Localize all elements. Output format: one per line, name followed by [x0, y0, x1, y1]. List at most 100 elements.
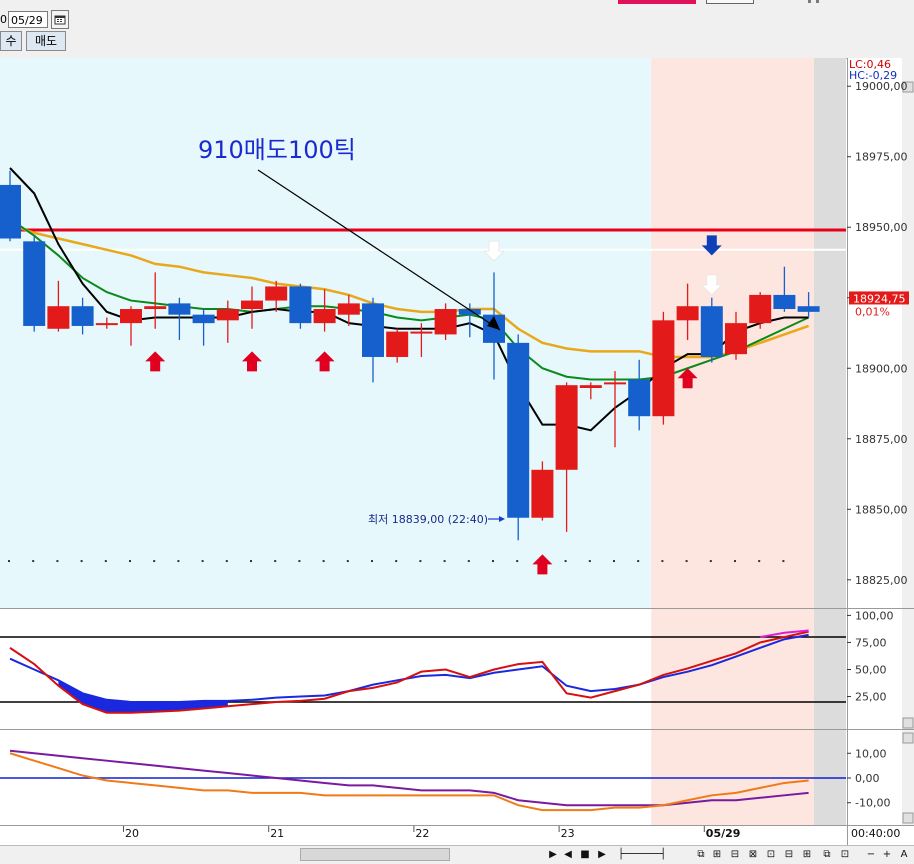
candle-body: [604, 382, 626, 385]
price-tick-label: 18950,00: [855, 221, 908, 234]
lock-icon[interactable]: ⊡: [838, 848, 852, 861]
last-change-label: 0,01%: [855, 305, 890, 318]
chart-toolbar: 0 05/29 수 매도: [0, 0, 914, 59]
stop-icon[interactable]: ■: [578, 848, 592, 861]
bars-icon[interactable]: ⊟: [782, 848, 796, 861]
dot-marker: [8, 560, 10, 563]
sell-button[interactable]: 매도: [26, 31, 66, 51]
candle-body: [0, 184, 21, 239]
hc-label: HC:-0,29: [849, 69, 897, 82]
candle-body: [168, 303, 191, 315]
dot-marker: [758, 560, 761, 563]
candle-body: [652, 320, 675, 417]
layout-icon[interactable]: ⊞: [710, 848, 724, 861]
price-tick-label: 18900,00: [855, 362, 908, 375]
scroll-thumb[interactable]: [300, 848, 450, 861]
dot-marker: [250, 560, 252, 563]
dot-marker: [104, 560, 107, 563]
scroll-down-icon: [902, 717, 914, 729]
settings-icon[interactable]: ⊞: [800, 848, 814, 861]
candle-body: [507, 342, 530, 518]
top-box-tab[interactable]: [706, 0, 754, 4]
candle-body: [555, 385, 578, 470]
candle-body: [773, 294, 796, 310]
scroll-down-icon: [902, 812, 914, 824]
top-red-tab[interactable]: [618, 0, 696, 4]
top-dot: [816, 0, 819, 3]
candle-body: [144, 306, 167, 310]
dot-marker: [371, 560, 373, 563]
dot-marker: [80, 560, 83, 563]
dot-marker: [322, 560, 325, 563]
dot-marker: [298, 560, 301, 563]
zoom-in-icon[interactable]: +: [880, 848, 894, 861]
zoom-slider[interactable]: ├──────┤: [618, 848, 678, 861]
dot-marker: [443, 560, 446, 563]
dot-marker: [734, 560, 736, 563]
rewind-icon[interactable]: ◀: [561, 848, 575, 861]
chart-area[interactable]: 19000,0018975,0018950,0018925,0018900,00…: [0, 58, 914, 845]
grid-icon[interactable]: ⊟: [728, 848, 742, 861]
x-tick-label: 20: [125, 827, 139, 840]
candle-body: [579, 385, 602, 388]
calendar-icon[interactable]: [51, 9, 69, 29]
candle-body: [531, 469, 554, 518]
candle-body: [628, 379, 651, 417]
candle-body: [797, 306, 820, 312]
candle-body: [676, 306, 699, 321]
right-margin: [814, 58, 846, 825]
dot-marker: [56, 560, 59, 563]
print-icon[interactable]: ⊡: [764, 848, 778, 861]
candle-body: [749, 294, 772, 324]
horizontal-scrollbar[interactable]: ▶ ◀ ■ ▶ ├──────┤ ⧉ ⊞ ⊟ ⊠ ⊡ ⊟ ⊞ ⧉ ⊡ − + A: [0, 845, 914, 864]
scroll-up-icon: [902, 732, 914, 744]
dot-marker: [274, 560, 277, 563]
dot-marker: [129, 560, 131, 563]
candle-body: [313, 309, 336, 324]
candle-body: [289, 286, 312, 324]
price-tick-label: 18850,00: [855, 503, 908, 516]
candle-body: [362, 303, 384, 357]
zoom-out-icon[interactable]: −: [864, 848, 878, 861]
candle-body: [434, 309, 457, 335]
dot-marker: [782, 560, 785, 563]
candle-body: [241, 300, 263, 310]
dot-marker: [201, 560, 204, 563]
price-tick-label: 18975,00: [855, 151, 908, 164]
tool-icon[interactable]: ⊠: [746, 848, 760, 861]
dot-marker: [516, 560, 519, 563]
dot-marker: [225, 560, 228, 563]
dot-marker: [153, 560, 156, 563]
osc-tick-label: 10,00: [855, 747, 887, 760]
dot-marker: [709, 560, 712, 563]
stoch-tick-label: 75,00: [855, 636, 887, 649]
dot-marker: [661, 560, 664, 563]
x-tick-label: 21: [270, 827, 284, 840]
dot-marker: [492, 560, 494, 563]
dot-marker: [346, 560, 349, 563]
x-tick-label: 05/29: [706, 827, 741, 840]
price-tick-label: 18825,00: [855, 574, 908, 587]
candle-body: [265, 286, 288, 301]
stoch-tick-label: 25,00: [855, 691, 887, 704]
candle-body: [23, 241, 46, 326]
buy-button[interactable]: 수: [0, 31, 22, 51]
annotation-text: 910매도100틱: [198, 136, 356, 164]
last-price-label: 18924,75: [853, 292, 906, 305]
candle-body: [216, 309, 239, 321]
dot-marker: [588, 560, 591, 563]
auto-scale-icon[interactable]: A: [897, 848, 911, 861]
copy-icon[interactable]: ⧉: [820, 848, 834, 861]
date-input[interactable]: 05/29: [8, 10, 48, 28]
candle-body: [120, 309, 142, 324]
stoch-tick-label: 50,00: [855, 664, 887, 677]
osc-tick-label: 0,00: [855, 772, 880, 785]
window-icon[interactable]: ⧉: [694, 848, 708, 861]
price-tick-label: 19000,00: [855, 80, 908, 93]
play-icon[interactable]: ▶: [546, 848, 560, 861]
osc-tick-label: -10,00: [855, 797, 890, 810]
date-selector: 0 05/29: [0, 9, 69, 29]
forward-icon[interactable]: ▶: [595, 848, 609, 861]
candle-body: [410, 331, 433, 334]
date-lead-text: 0: [0, 12, 7, 26]
